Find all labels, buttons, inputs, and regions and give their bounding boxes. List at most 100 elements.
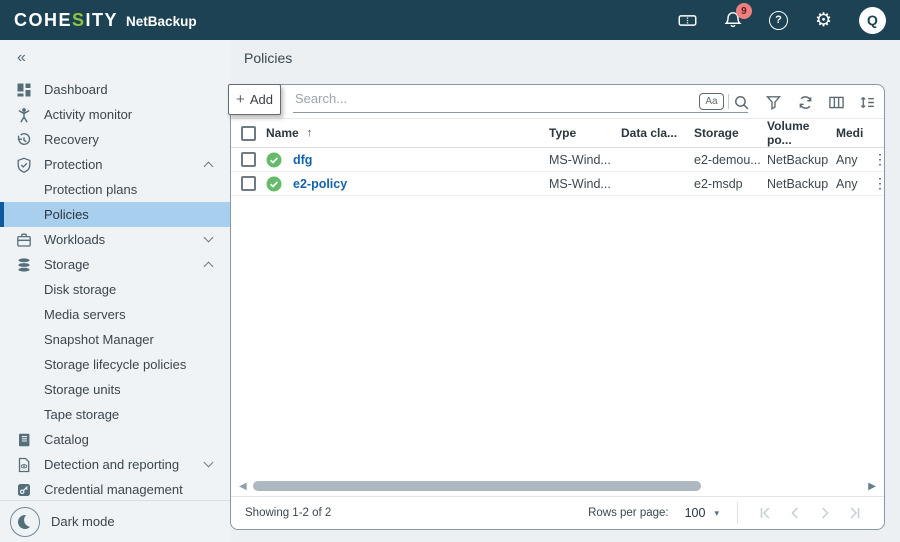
sidebar-item-label: Catalog <box>44 432 89 447</box>
cell-type: MS-Wind... <box>549 153 621 167</box>
recovery-restore-icon <box>15 131 32 148</box>
notifications-bell-icon[interactable]: 9 <box>724 11 742 29</box>
select-all-checkbox[interactable] <box>241 126 256 141</box>
sidebar-item-label: Storage lifecycle policies <box>44 357 186 372</box>
report-document-eye-icon <box>15 456 32 473</box>
chevron-down-icon <box>204 233 214 243</box>
sidebar-item-recovery[interactable]: Recovery <box>0 127 230 152</box>
sidebar-item-snapshot-manager[interactable]: Snapshot Manager <box>0 327 230 352</box>
cell-volume-pool: NetBackup <box>767 153 836 167</box>
sidebar-item-storage-lifecycle-policies[interactable]: Storage lifecycle policies <box>0 352 230 377</box>
search-input[interactable] <box>295 91 685 106</box>
policies-table-card: + Add Aa Name ↑ Type Data cla... Storag <box>230 84 885 530</box>
brand-cohesity: COHESITY <box>14 10 118 31</box>
cell-storage: e2-demou... <box>694 153 767 167</box>
ticket-icon[interactable] <box>678 12 697 29</box>
sidebar-item-label: Snapshot Manager <box>44 332 154 347</box>
sidebar-item-storage-units[interactable]: Storage units <box>0 377 230 402</box>
sidebar-item-protection[interactable]: Protection <box>0 152 230 177</box>
sidebar-item-workloads[interactable]: Workloads <box>0 227 230 252</box>
add-policy-button[interactable]: + Add <box>228 84 281 115</box>
refresh-icon[interactable] <box>796 93 814 111</box>
workloads-briefcase-icon <box>15 231 32 248</box>
columns-icon[interactable] <box>827 93 845 111</box>
sidebar-item-catalog[interactable]: Catalog <box>0 427 230 452</box>
last-page-icon[interactable] <box>840 505 870 521</box>
table-toolbar: + Add Aa <box>231 85 884 119</box>
activity-monitor-icon <box>15 106 32 123</box>
cell-type: MS-Wind... <box>549 177 621 191</box>
previous-page-icon[interactable] <box>780 505 810 521</box>
sidebar-item-tape-storage[interactable]: Tape storage <box>0 402 230 427</box>
horizontal-scrollbar: ◀ ▶ <box>237 479 878 493</box>
column-header-data-classification[interactable]: Data cla... <box>621 126 694 140</box>
protection-shield-icon <box>15 156 32 173</box>
first-page-icon[interactable] <box>750 505 780 521</box>
chevron-up-icon <box>204 162 214 172</box>
settings-gear-icon[interactable]: ⚙ <box>815 11 832 30</box>
row-menu-icon[interactable]: ⋮ <box>870 151 890 168</box>
policy-link[interactable]: e2-policy <box>293 177 347 191</box>
dropdown-caret-icon[interactable]: ▾ <box>714 508 719 519</box>
column-header-storage[interactable]: Storage <box>694 126 767 140</box>
sidebar-item-media-servers[interactable]: Media servers <box>0 302 230 327</box>
table-row: e2-policy MS-Wind... e2-msdp NetBackup A… <box>231 172 884 196</box>
scroll-left-arrow-icon[interactable]: ◀ <box>239 481 247 492</box>
collapse-chevrons-icon: « <box>17 49 26 67</box>
status-success-icon <box>266 176 282 192</box>
page-title: Policies <box>244 50 292 66</box>
sidebar-item-policies[interactable]: Policies <box>0 202 230 227</box>
cell-media: Any <box>836 177 870 191</box>
sidebar-item-disk-storage[interactable]: Disk storage <box>0 277 230 302</box>
row-density-icon[interactable] <box>858 93 876 111</box>
help-icon[interactable]: ? <box>769 11 788 30</box>
user-avatar[interactable]: Q <box>859 7 886 34</box>
sidebar-collapse-button[interactable]: « <box>0 45 230 71</box>
column-header-volume-pool[interactable]: Volume po... <box>767 119 836 147</box>
filter-icon[interactable] <box>764 93 782 111</box>
sidebar-item-label: Policies <box>44 207 89 222</box>
footer-divider <box>737 502 738 524</box>
row-checkbox[interactable] <box>241 176 256 191</box>
sidebar-nav: « Dashboard Activity monitor Recovery Pr… <box>0 40 230 542</box>
sidebar-item-label: Storage <box>44 257 90 272</box>
column-header-media[interactable]: Medi <box>836 126 870 140</box>
sidebar-item-activity-monitor[interactable]: Activity monitor <box>0 102 230 127</box>
search-icon[interactable] <box>732 93 750 111</box>
next-page-icon[interactable] <box>810 505 840 521</box>
row-checkbox[interactable] <box>241 152 256 167</box>
sidebar-item-label: Activity monitor <box>44 107 132 122</box>
status-success-icon <box>266 152 282 168</box>
sidebar-item-protection-plans[interactable]: Protection plans <box>0 177 230 202</box>
app-header: COHESITY NetBackup 9 ? ⚙ Q <box>0 0 900 40</box>
sidebar-item-label: Protection plans <box>44 182 137 197</box>
dashboard-icon <box>15 81 32 98</box>
sidebar-item-label: Disk storage <box>44 282 116 297</box>
table-header-row: Name ↑ Type Data cla... Storage Volume p… <box>231 119 884 148</box>
brand-product: NetBackup <box>126 14 197 29</box>
rows-per-page-select[interactable]: 100 <box>685 506 706 520</box>
scroll-right-arrow-icon[interactable]: ▶ <box>868 481 876 492</box>
sidebar-item-credential-management[interactable]: Credential management <box>0 477 230 502</box>
sidebar-item-label: Storage units <box>44 382 121 397</box>
sort-ascending-icon[interactable]: ↑ <box>307 127 313 139</box>
sidebar-item-label: Tape storage <box>44 407 119 422</box>
sidebar-item-label: Recovery <box>44 132 99 147</box>
match-case-icon[interactable]: Aa <box>699 93 724 110</box>
sidebar-item-label: Credential management <box>44 482 183 497</box>
scrollbar-thumb[interactable] <box>253 481 701 491</box>
pagination-controls <box>750 505 870 521</box>
sidebar-item-detection-and-reporting[interactable]: Detection and reporting <box>0 452 230 477</box>
row-menu-icon[interactable]: ⋮ <box>870 175 890 192</box>
column-header-name[interactable]: Name <box>266 126 299 140</box>
cell-media: Any <box>836 153 870 167</box>
app-logo: COHESITY NetBackup <box>14 10 197 31</box>
column-header-type[interactable]: Type <box>549 126 621 140</box>
cell-volume-pool: NetBackup <box>767 177 836 191</box>
dark-mode-toggle[interactable]: Dark mode <box>0 500 230 542</box>
sidebar-item-dashboard[interactable]: Dashboard <box>0 77 230 102</box>
policy-link[interactable]: dfg <box>293 153 312 167</box>
sidebar-item-label: Protection <box>44 157 103 172</box>
sidebar-item-storage[interactable]: Storage <box>0 252 230 277</box>
plus-icon: + <box>236 91 245 108</box>
